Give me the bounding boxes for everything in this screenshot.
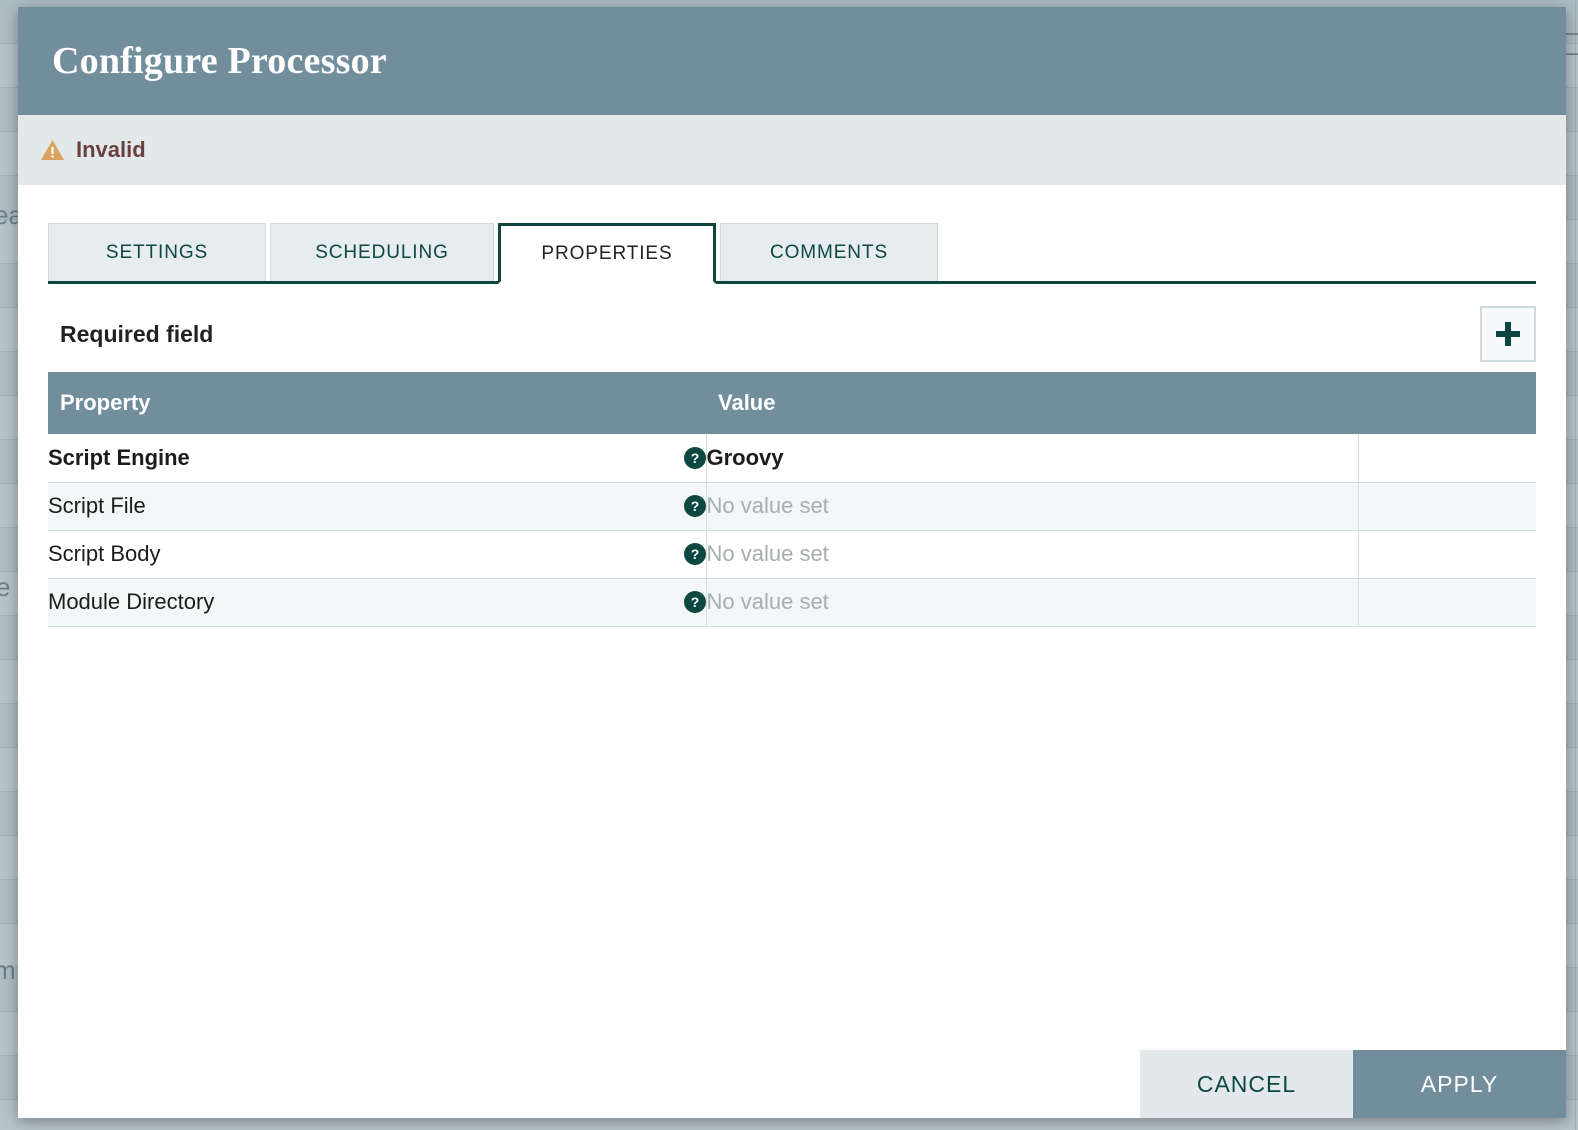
property-cell: Module Directory ? xyxy=(48,578,707,627)
backdrop-ghost-text: m xyxy=(0,955,16,985)
help-circle-icon[interactable]: ? xyxy=(683,446,706,469)
dialog-header: Configure Processor xyxy=(18,7,1566,115)
tab-label: SCHEDULING xyxy=(315,241,449,263)
row-actions-cell[interactable] xyxy=(1358,482,1536,531)
dialog-footer: CANCEL APPLY xyxy=(18,1050,1566,1118)
row-actions-cell[interactable] xyxy=(1358,434,1536,483)
column-header-extra xyxy=(1358,372,1536,434)
value-cell[interactable]: Groovy xyxy=(706,434,1359,483)
help-circle-icon[interactable]: ? xyxy=(683,543,706,565)
property-name: Script Engine xyxy=(48,444,190,470)
property-cell: Script File ? xyxy=(48,482,707,531)
backdrop-ghost-text: e xyxy=(0,572,11,602)
configure-processor-dialog: Configure Processor Invalid SETTINGS SCH… xyxy=(18,7,1566,1118)
value-cell[interactable]: No value set xyxy=(706,530,1359,579)
tab-label: PROPERTIES xyxy=(541,242,673,264)
cancel-button[interactable]: CANCEL xyxy=(1140,1050,1353,1118)
table-row[interactable]: Script Body ? No value set xyxy=(48,530,1536,579)
required-field-label: Required field xyxy=(60,320,214,347)
tab-comments[interactable]: COMMENTS xyxy=(720,223,938,281)
validation-status-bar: Invalid xyxy=(18,115,1566,185)
property-name: Script File xyxy=(48,493,146,518)
apply-button[interactable]: APPLY xyxy=(1353,1050,1566,1118)
status-badge: Invalid xyxy=(76,137,146,162)
table-body: Script Engine ? Groovy Script File ? No … xyxy=(48,434,1536,627)
tab-settings[interactable]: SETTINGS xyxy=(48,223,266,281)
column-header-property: Property xyxy=(48,372,706,434)
property-value: No value set xyxy=(706,493,829,518)
table-row[interactable]: Script File ? No value set xyxy=(48,482,1536,531)
tab-scheduling[interactable]: SCHEDULING xyxy=(270,223,494,281)
svg-text:?: ? xyxy=(690,546,699,562)
svg-text:?: ? xyxy=(690,498,699,514)
property-cell: Script Body ? xyxy=(48,530,707,579)
value-cell[interactable]: No value set xyxy=(706,578,1359,627)
value-cell[interactable]: No value set xyxy=(706,482,1359,531)
svg-text:?: ? xyxy=(690,450,699,466)
table-row[interactable]: Module Directory ? No value set xyxy=(48,578,1536,627)
backdrop-column-divider xyxy=(1575,0,1576,1130)
warning-triangle-icon xyxy=(40,139,65,161)
cancel-button-label: CANCEL xyxy=(1196,1070,1297,1097)
help-circle-icon[interactable]: ? xyxy=(683,591,706,613)
property-name: Module Directory xyxy=(48,589,215,614)
plus-icon xyxy=(1494,320,1522,348)
tab-label: SETTINGS xyxy=(105,241,209,263)
row-actions-cell[interactable] xyxy=(1358,578,1536,627)
help-circle-icon[interactable]: ? xyxy=(683,495,706,517)
properties-toolbar: Required field xyxy=(48,306,1536,362)
property-value: Groovy xyxy=(706,444,784,470)
svg-text:?: ? xyxy=(690,594,699,610)
tab-label: COMMENTS xyxy=(769,241,889,263)
apply-button-label: APPLY xyxy=(1420,1070,1499,1097)
property-cell: Script Engine ? xyxy=(48,434,707,483)
property-name: Script Body xyxy=(48,541,161,566)
properties-table: Property Value Script Engine ? Groovy Sc… xyxy=(48,372,1536,627)
tab-strip: SETTINGS SCHEDULING PROPERTIES COMMENTS xyxy=(48,212,1536,284)
dialog-body: SETTINGS SCHEDULING PROPERTIES COMMENTS … xyxy=(18,185,1566,1050)
property-value: No value set xyxy=(706,541,829,566)
column-header-value: Value xyxy=(706,372,1358,434)
table-header: Property Value xyxy=(48,372,1536,434)
property-value: No value set xyxy=(706,589,829,614)
add-property-button[interactable] xyxy=(1480,306,1536,362)
page-title: Configure Processor xyxy=(52,40,387,82)
tab-properties[interactable]: PROPERTIES xyxy=(498,223,716,284)
table-row[interactable]: Script Engine ? Groovy xyxy=(48,434,1536,483)
table-header-row: Property Value xyxy=(48,372,1536,434)
row-actions-cell[interactable] xyxy=(1358,530,1536,579)
